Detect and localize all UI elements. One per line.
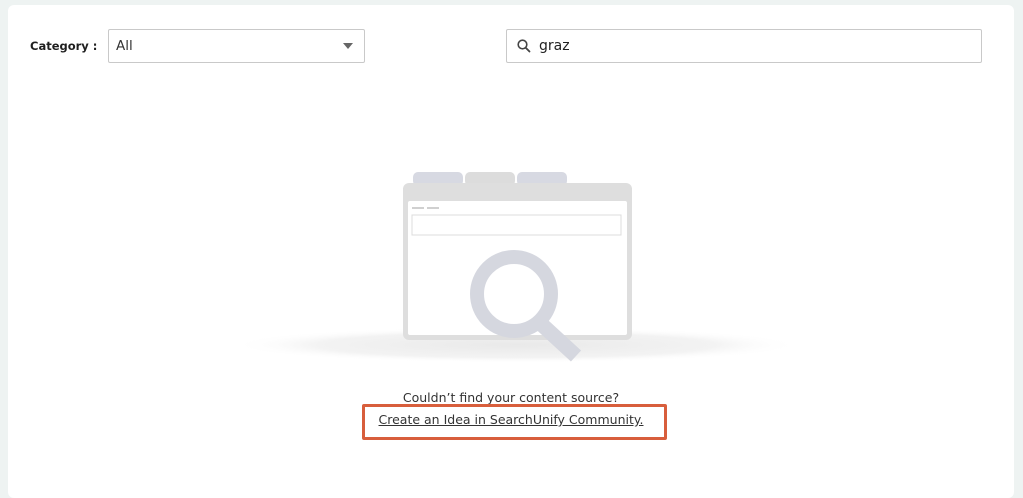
category-selected-value: All: [116, 38, 133, 54]
search-input[interactable]: graz: [506, 29, 982, 63]
create-idea-link[interactable]: Create an Idea in SearchUnify Community.: [8, 412, 1014, 427]
no-results-illustration: [231, 172, 801, 363]
category-select[interactable]: All: [108, 29, 365, 63]
empty-state-message: Couldn’t find your content source?: [402, 390, 620, 405]
content-panel: Category : All graz Couldn’t find your c…: [8, 5, 1014, 498]
chevron-down-icon[interactable]: [343, 43, 353, 49]
search-query-text: graz: [539, 38, 570, 54]
search-icon: [517, 39, 531, 53]
category-label: Category :: [30, 39, 98, 53]
